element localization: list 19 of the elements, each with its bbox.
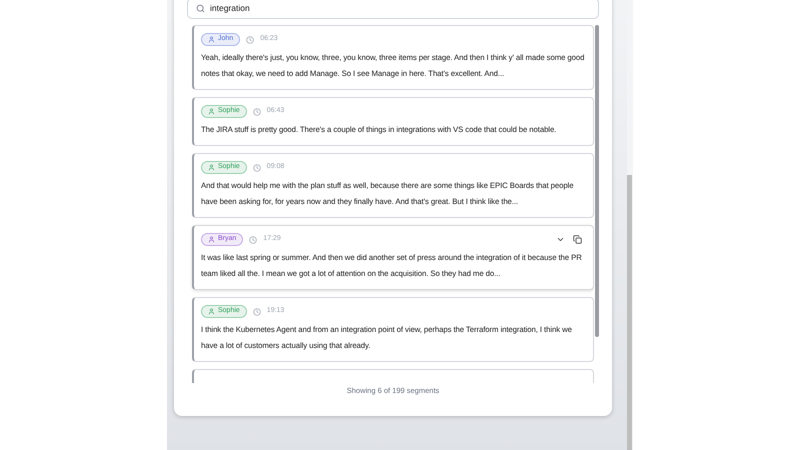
clock-icon bbox=[249, 236, 258, 244]
scrollbar-thumb[interactable] bbox=[627, 175, 632, 450]
person-icon bbox=[208, 164, 215, 171]
person-icon bbox=[208, 236, 215, 243]
person-icon bbox=[208, 308, 215, 315]
clock-icon bbox=[252, 164, 261, 172]
clock-icon bbox=[252, 308, 261, 316]
copy-icon bbox=[573, 235, 582, 244]
person-icon bbox=[208, 108, 215, 115]
search-input[interactable]: integration bbox=[210, 2, 590, 15]
search-field[interactable]: integration bbox=[187, 0, 599, 19]
chevron-icon bbox=[556, 235, 565, 244]
search-icon bbox=[196, 4, 205, 13]
copy-button[interactable] bbox=[573, 235, 582, 244]
scrollbar-thumb[interactable] bbox=[595, 25, 599, 337]
clock-icon bbox=[252, 108, 261, 116]
person-icon bbox=[208, 36, 215, 43]
clock-icon bbox=[246, 36, 254, 44]
expand-button[interactable] bbox=[556, 235, 565, 244]
